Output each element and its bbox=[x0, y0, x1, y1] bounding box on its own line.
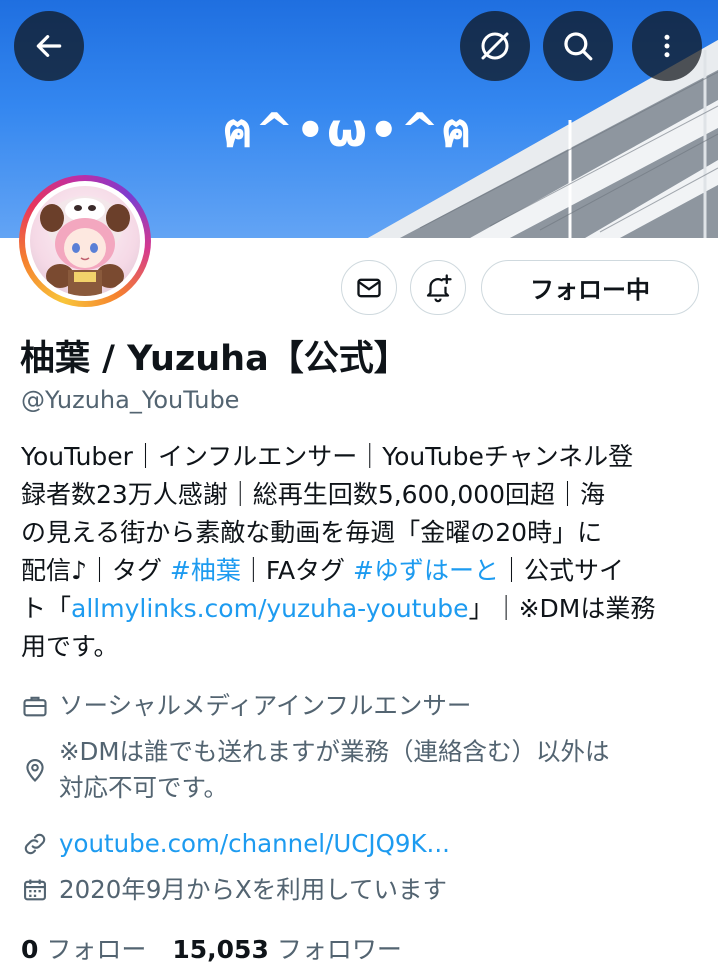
bio-line: ト「allmylinks.com/yuzuha-youtube」｜※DMは業務 bbox=[21, 590, 705, 628]
profile-category: ソーシャルメディアインフルエンサー bbox=[21, 688, 471, 724]
display-name: 柚葉 / Yuzuha【公式】 bbox=[20, 339, 409, 379]
following-button[interactable]: フォロー中 bbox=[481, 260, 699, 315]
bio-text: 」｜※DMは業務 bbox=[468, 594, 656, 623]
briefcase-icon bbox=[23, 696, 47, 717]
user-handle: @Yuzuha_YouTube bbox=[21, 386, 240, 414]
bio-text: ｜FAタグ bbox=[240, 556, 353, 585]
banner-text: ฅ^•ω•^ฅ bbox=[222, 103, 474, 157]
follow-stats: 0 フォロー 15,053 フォロワー bbox=[21, 930, 402, 966]
bell-plus-icon bbox=[426, 273, 452, 302]
profile-website[interactable]: youtube.com/channel/UCJQ9K... bbox=[21, 826, 450, 862]
slash-circle-icon bbox=[481, 32, 509, 60]
bio-line: の見える街から素敵な動画を毎週「金曜の20時」に bbox=[21, 518, 603, 547]
bio-line: 用です。 bbox=[21, 632, 119, 661]
following-label: フォロー bbox=[46, 935, 147, 964]
bio-text: ｜公式サイ bbox=[498, 556, 624, 585]
calendar-icon bbox=[24, 879, 46, 901]
bio-line: 録者数23万人感謝｜総再生回数5,600,000回超｜海 bbox=[21, 480, 606, 509]
profile-location: ※DMは誰でも送れますが業務（連絡含む）以外は 対応不可です。 bbox=[21, 734, 610, 806]
category-text: ソーシャルメディアインフルエンサー bbox=[59, 691, 472, 720]
bio-text: ト「 bbox=[21, 594, 72, 623]
more-vertical-icon bbox=[664, 34, 670, 58]
back-button[interactable] bbox=[14, 11, 84, 81]
location-pin-icon bbox=[26, 759, 44, 782]
mute-button[interactable] bbox=[460, 11, 530, 81]
bio-line: 配信♪｜タグ #柚葉｜FAタグ #ゆずはーと｜公式サイ bbox=[21, 552, 705, 590]
avatar-character-illustration bbox=[40, 196, 130, 296]
followers-count: 15,053 bbox=[172, 935, 269, 964]
arrow-left-icon bbox=[36, 35, 62, 57]
avatar-image bbox=[30, 186, 140, 296]
link-icon bbox=[24, 833, 46, 855]
more-button[interactable] bbox=[632, 11, 702, 81]
search-icon bbox=[564, 32, 593, 61]
hashtag-link[interactable]: #ゆずはーと bbox=[353, 556, 499, 585]
notify-button[interactable] bbox=[410, 260, 466, 315]
location-line: ※DMは誰でも送れますが業務（連絡含む）以外は bbox=[59, 737, 610, 766]
following-count: 0 bbox=[21, 935, 39, 964]
search-button[interactable] bbox=[543, 11, 613, 81]
following-link[interactable]: 0 フォロー bbox=[21, 935, 146, 964]
bio-url-link[interactable]: allmylinks.com/yuzuha-youtube bbox=[71, 594, 469, 623]
followers-link[interactable]: 15,053 フォロワー bbox=[172, 935, 401, 964]
website-link[interactable]: youtube.com/channel/UCJQ9K... bbox=[59, 826, 450, 862]
followers-label: フォロワー bbox=[276, 935, 402, 964]
profile-joined: 2020年9月からXを利用しています bbox=[21, 872, 447, 908]
bio-line: YouTuber｜インフルエンサー｜YouTubeチャンネル登 bbox=[21, 442, 634, 471]
hashtag-link[interactable]: #柚葉 bbox=[170, 556, 241, 585]
profile-bio: YouTuber｜インフルエンサー｜YouTubeチャンネル登 録者数23万人感… bbox=[21, 438, 705, 666]
avatar[interactable] bbox=[19, 175, 151, 307]
message-button[interactable] bbox=[341, 260, 397, 315]
bio-text: 配信♪｜タグ bbox=[21, 556, 170, 585]
location-line: 対応不可です。 bbox=[59, 773, 229, 802]
envelope-icon bbox=[357, 278, 381, 297]
joined-text: 2020年9月からXを利用しています bbox=[59, 875, 447, 904]
